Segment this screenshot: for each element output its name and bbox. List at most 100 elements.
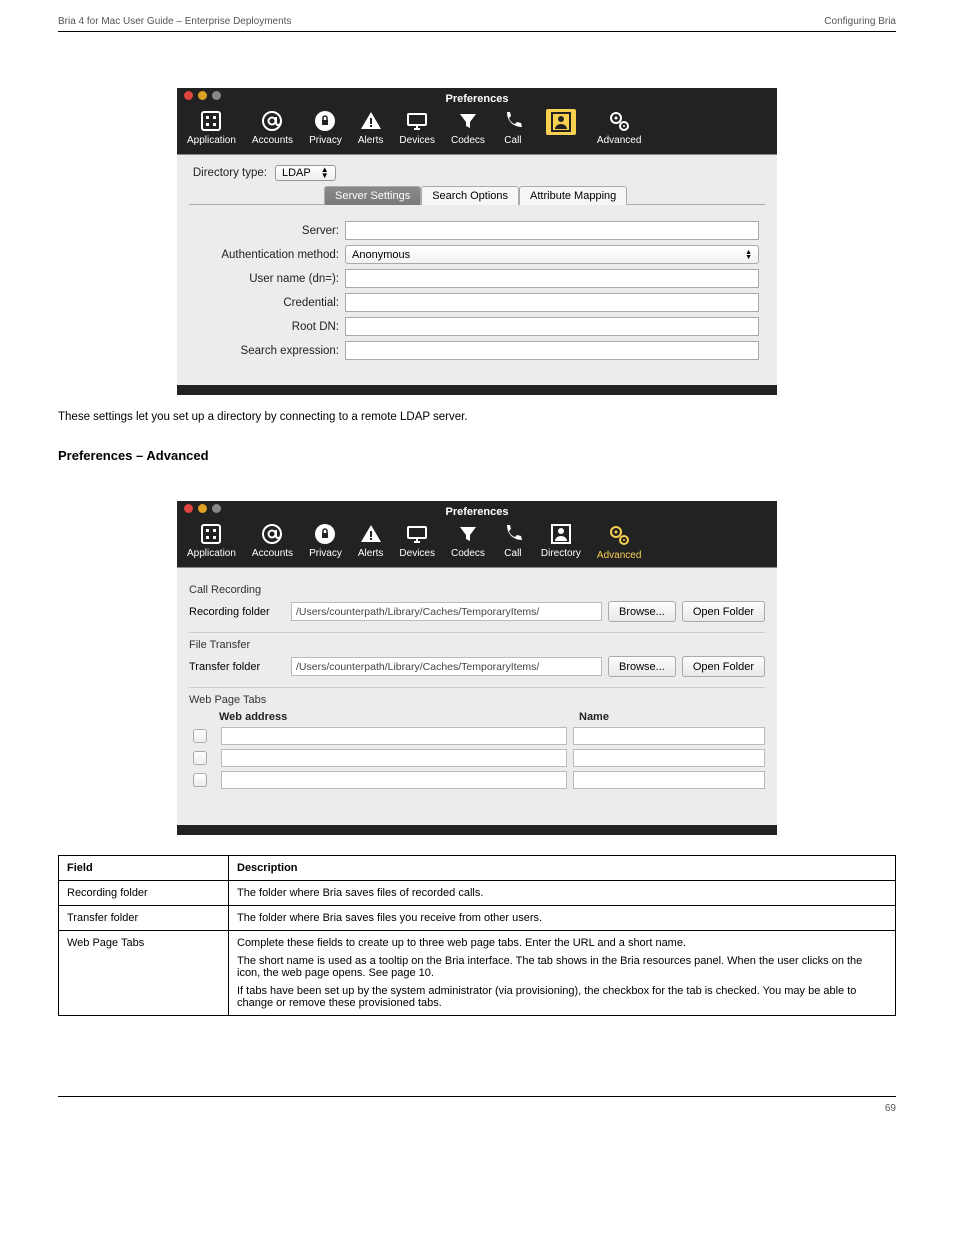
tab-privacy[interactable]: Privacy xyxy=(301,107,350,151)
server-settings-form: Server: Authentication method: Anonymous… xyxy=(189,204,765,371)
search-expr-label: Search expression: xyxy=(195,345,345,357)
web-address-input[interactable] xyxy=(221,749,567,767)
person-icon xyxy=(549,110,573,134)
web-page-tabs-title: Web Page Tabs xyxy=(189,694,765,706)
recording-folder-input[interactable] xyxy=(291,602,602,621)
web-tab-row xyxy=(189,727,765,745)
tab-advanced[interactable]: Advanced xyxy=(589,107,649,151)
tab-privacy[interactable]: Privacy xyxy=(301,520,350,564)
server-input[interactable] xyxy=(345,221,759,240)
credential-label: Credential: xyxy=(195,297,345,309)
th-field: Field xyxy=(59,856,229,881)
tab-server-settings[interactable]: Server Settings xyxy=(324,186,421,205)
rootdn-label: Root DN: xyxy=(195,321,345,333)
checkbox[interactable] xyxy=(193,773,207,787)
tab-application[interactable]: Application xyxy=(179,520,244,564)
web-address-input[interactable] xyxy=(221,771,567,789)
web-tabs-header: Web address Name xyxy=(189,711,765,727)
tab-devices[interactable]: Devices xyxy=(391,107,443,151)
warning-icon xyxy=(359,109,383,133)
call-recording-title: Call Recording xyxy=(189,584,765,596)
table-row: Transfer folder The folder where Bria sa… xyxy=(59,906,896,931)
funnel-icon xyxy=(456,109,480,133)
directory-subtabs: Server Settings Search Options Attribute… xyxy=(324,185,765,205)
directory-description: These settings let you set up a director… xyxy=(58,409,896,426)
checkbox[interactable] xyxy=(193,751,207,765)
minimize-icon[interactable] xyxy=(198,91,207,100)
directory-type-select[interactable]: LDAP ▲▼ xyxy=(275,165,336,181)
field-description-table: Field Description Recording folder The f… xyxy=(58,855,896,1016)
recording-folder-label: Recording folder xyxy=(189,606,285,618)
server-label: Server: xyxy=(195,225,345,237)
warning-icon xyxy=(359,522,383,546)
preferences-window-directory: Preferences Application Accounts Privacy… xyxy=(177,88,777,395)
credential-input[interactable] xyxy=(345,293,759,312)
monitor-icon xyxy=(405,109,429,133)
titlebar: Preferences xyxy=(177,88,777,104)
username-input[interactable] xyxy=(345,269,759,288)
checkbox[interactable] xyxy=(193,729,207,743)
monitor-icon xyxy=(405,522,429,546)
tab-alerts[interactable]: Alerts xyxy=(350,107,392,151)
header-right: Configuring Bria xyxy=(824,16,896,27)
open-folder-button[interactable]: Open Folder xyxy=(682,656,765,677)
titlebar: Preferences xyxy=(177,501,777,517)
tab-alerts[interactable]: Alerts xyxy=(350,520,392,564)
gears-icon xyxy=(607,523,631,547)
window-title: Preferences xyxy=(446,506,509,518)
web-tab-row xyxy=(189,771,765,789)
traffic-lights xyxy=(184,504,221,513)
web-address-input[interactable] xyxy=(221,727,567,745)
search-expr-input[interactable] xyxy=(345,341,759,360)
gears-icon xyxy=(607,109,631,133)
tab-search-options[interactable]: Search Options xyxy=(421,186,519,205)
chevron-updown-icon: ▲▼ xyxy=(745,250,752,260)
grid-icon xyxy=(199,109,223,133)
at-icon xyxy=(260,109,284,133)
page-header: Bria 4 for Mac User Guide – Enterprise D… xyxy=(58,0,896,32)
close-icon[interactable] xyxy=(184,504,193,513)
th-description: Description xyxy=(229,856,896,881)
tab-attribute-mapping[interactable]: Attribute Mapping xyxy=(519,186,627,205)
name-input[interactable] xyxy=(573,749,765,767)
web-tab-row xyxy=(189,749,765,767)
zoom-icon[interactable] xyxy=(212,504,221,513)
tab-advanced[interactable]: Advanced xyxy=(589,520,649,564)
browse-button[interactable]: Browse... xyxy=(608,656,676,677)
rootdn-input[interactable] xyxy=(345,317,759,336)
tab-accounts[interactable]: Accounts xyxy=(244,107,301,151)
toolbar: Application Accounts Privacy Alerts Devi… xyxy=(177,517,777,567)
tab-directory[interactable]: Directory xyxy=(533,107,589,151)
tab-accounts[interactable]: Accounts xyxy=(244,520,301,564)
lock-icon xyxy=(313,522,337,546)
minimize-icon[interactable] xyxy=(198,504,207,513)
phone-icon xyxy=(501,109,525,133)
browse-button[interactable]: Browse... xyxy=(608,601,676,622)
tab-call[interactable]: Call xyxy=(493,107,533,151)
auth-method-select[interactable]: Anonymous ▲▼ xyxy=(345,245,759,264)
tab-application[interactable]: Application xyxy=(179,107,244,151)
tab-call[interactable]: Call xyxy=(493,520,533,564)
transfer-folder-label: Transfer folder xyxy=(189,661,285,673)
page-number: 69 xyxy=(885,1103,896,1114)
open-folder-button[interactable]: Open Folder xyxy=(682,601,765,622)
name-input[interactable] xyxy=(573,771,765,789)
tab-directory[interactable]: Directory xyxy=(533,520,589,564)
auth-method-label: Authentication method: xyxy=(195,249,345,261)
funnel-icon xyxy=(456,522,480,546)
grid-icon xyxy=(199,522,223,546)
table-row: Recording folder The folder where Bria s… xyxy=(59,881,896,906)
directory-type-label: Directory type: xyxy=(189,167,275,179)
advanced-pane: Call Recording Recording folder Browse..… xyxy=(177,567,777,825)
name-input[interactable] xyxy=(573,727,765,745)
tab-codecs[interactable]: Codecs xyxy=(443,107,493,151)
close-icon[interactable] xyxy=(184,91,193,100)
tab-codecs[interactable]: Codecs xyxy=(443,520,493,564)
zoom-icon[interactable] xyxy=(212,91,221,100)
tab-devices[interactable]: Devices xyxy=(391,520,443,564)
toolbar: Application Accounts Privacy Alerts Devi… xyxy=(177,104,777,154)
transfer-folder-input[interactable] xyxy=(291,657,602,676)
window-title: Preferences xyxy=(446,93,509,105)
advanced-heading: Preferences – Advanced xyxy=(58,448,896,463)
person-icon xyxy=(549,522,573,546)
